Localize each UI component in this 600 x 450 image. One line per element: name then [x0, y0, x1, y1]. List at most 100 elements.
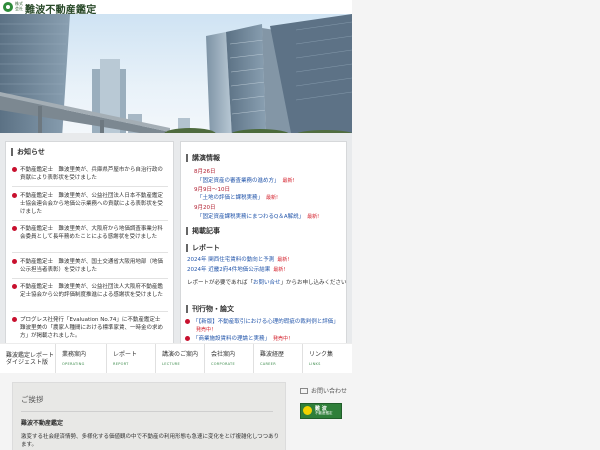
- contact-link[interactable]: お問い合わせ: [300, 386, 347, 395]
- lectures-title: 講演情報: [186, 154, 220, 162]
- publication-item[interactable]: 「商業施設賃料の理論と実務」 発売中！: [185, 335, 343, 343]
- city-skyline-image: [0, 14, 352, 138]
- greeting-area: ご挨拶 難波不動産鑑定 激変する社会経済情勢、多様化する価値観の中で不動産の利用…: [0, 373, 352, 450]
- reports-title: レポート: [186, 244, 220, 252]
- lecture-link[interactable]: 「固定資産の審査業務の進め方」 最新!: [197, 176, 295, 184]
- hero-image: [0, 14, 352, 138]
- news-item[interactable]: 不動産鑑定士 難波里美が、公益社団法人大阪府不動産鑑定士協会から公的評価制度推進…: [12, 283, 168, 299]
- divider: [12, 311, 168, 312]
- page: 株式会社 難波不動産鑑定 お知らせ 不動産鑑定士 難波里美が、兵庫県芦屋市から自…: [0, 0, 600, 450]
- mail-icon: [300, 387, 308, 394]
- greeting-box: ご挨拶 難波不動産鑑定 激変する社会経済情勢、多様化する価値観の中で不動産の利用…: [12, 382, 286, 450]
- report-link-text[interactable]: 2024年 関西住宅賃料の動向と予測: [187, 257, 274, 263]
- publication-link[interactable]: 「【新版】不動産取引における心理的瑕疵の裁判例と評価」発売中！: [193, 318, 343, 334]
- lecture-link[interactable]: 「土地の評価と課税実務」 最新!: [197, 193, 278, 201]
- nav-item-sublabel: CORPORATE: [211, 362, 235, 366]
- new-badge: 最新!: [273, 267, 286, 273]
- nav-item-links[interactable]: リンク集 LINKS: [303, 344, 352, 374]
- news-item[interactable]: 不動産鑑定士 難波里美が、国土交通省大阪用地部（地価公示担当者表彰）を受けました: [12, 258, 168, 274]
- nav-item-operating[interactable]: 業務案内 OPERATING: [56, 344, 107, 374]
- nav-item-corporate[interactable]: 会社案内 CORPORATE: [205, 344, 254, 374]
- nav-item-label[interactable]: 難波経歴: [260, 351, 284, 358]
- news-item-text[interactable]: 不動産鑑定士 難波里美が、大阪府から地価調査事業分科会委員として長年務めたことに…: [20, 225, 168, 241]
- bullet-icon: [12, 226, 17, 231]
- nav-item-label[interactable]: 難波鑑定レポート ダイジェスト版: [6, 352, 54, 366]
- bullet-icon: [12, 317, 17, 322]
- company-logo-icon[interactable]: [3, 2, 13, 12]
- bullet-icon: [185, 336, 190, 341]
- publication-link-text[interactable]: 「商業施設賃料の理論と実務」: [193, 336, 270, 342]
- greeting-heading: 難波不動産鑑定: [21, 420, 64, 427]
- news-panel: お知らせ 不動産鑑定士 難波里美が、兵庫県芦屋市から自治行政の貢献により表彰状を…: [5, 141, 174, 346]
- bullet-icon: [12, 259, 17, 264]
- company-badge[interactable]: 難 波 不動産鑑定: [300, 403, 342, 419]
- nav-item-label[interactable]: リンク集: [309, 351, 333, 358]
- nav-item-lecture[interactable]: 講演のご案内 LECTURE: [156, 344, 205, 374]
- nav-item-label-line2[interactable]: ダイジェスト版: [6, 359, 48, 366]
- nav-item-sublabel: CAREER: [260, 362, 276, 366]
- nav-item-sublabel: LINKS: [309, 362, 321, 366]
- global-nav: 難波鑑定レポート ダイジェスト版 業務案内 OPERATING レポート REPO…: [0, 343, 352, 375]
- nav-item-sublabel: LECTURE: [162, 362, 181, 366]
- news-item-text[interactable]: 不動産鑑定士 難波里美が、公益社団法人日本不動産鑑定士協会連合会から地価公示業務…: [20, 192, 168, 216]
- main-site: 株式会社 難波不動産鑑定 お知らせ 不動産鑑定士 難波里美が、兵庫県芦屋市から自…: [0, 0, 352, 450]
- report-link[interactable]: 2024年 関西住宅賃料の動向と予測 最新!: [187, 255, 289, 263]
- news-item[interactable]: 不動産鑑定士 難波里美が、兵庫県芦屋市から自治行政の貢献により表彰状を受けました: [12, 166, 168, 182]
- divider: [12, 252, 168, 253]
- badge-line2: 不動産鑑定: [315, 411, 333, 415]
- greeting-title: ご挨拶: [21, 395, 44, 404]
- publication-link-text[interactable]: 「【新版】不動産取引における心理的瑕疵の裁判例と評価」: [193, 319, 339, 325]
- news-item-text[interactable]: 不動産鑑定士 難波里美が、国土交通省大阪用地部（地価公示担当者表彰）を受けました: [20, 258, 168, 274]
- nav-item-sublabel: REPORT: [113, 362, 129, 366]
- contact-label[interactable]: お問い合わせ: [311, 388, 347, 395]
- nav-item-label-line1[interactable]: 難波鑑定レポート: [6, 352, 54, 359]
- news-item-text[interactable]: プログレス社発行「Evaluation No.74」に不動産鑑定士 難波里美の「…: [20, 316, 168, 340]
- site-header: 株式会社 難波不動産鑑定: [0, 0, 352, 16]
- bullet-icon: [12, 167, 17, 172]
- lecture-link-text[interactable]: 「土地の評価と課税実務」: [197, 195, 263, 201]
- content-area: お知らせ 不動産鑑定士 難波里美が、兵庫県芦屋市から自治行政の貢献により表彰状を…: [0, 133, 352, 346]
- new-badge: 最新!: [266, 195, 279, 201]
- news-item[interactable]: 不動産鑑定士 難波里美が、大阪府から地価調査事業分科会委員として長年務めたことに…: [12, 225, 168, 241]
- lecture-link[interactable]: 「固定資産課税実務にまつわるQ＆A解説」 最新!: [197, 212, 319, 220]
- logo-company-type: 株式会社: [15, 1, 23, 11]
- nav-item-label[interactable]: 会社案内: [211, 351, 235, 358]
- report-note: レポートが必要であれば「お問い合せ」からお申し込みください: [187, 278, 346, 286]
- on-sale-badge: 発売中！: [196, 327, 217, 333]
- publications-title: 刊行物・論文: [186, 305, 234, 313]
- nav-item-label[interactable]: 業務案内: [62, 351, 86, 358]
- new-badge: 最新!: [307, 214, 320, 220]
- lecture-date: 8月26日: [194, 169, 216, 175]
- news-item[interactable]: プログレス社発行「Evaluation No.74」に不動産鑑定士 難波里美の「…: [12, 316, 168, 340]
- publication-item[interactable]: 「【新版】不動産取引における心理的瑕疵の裁判例と評価」発売中！: [185, 318, 343, 334]
- news-item[interactable]: 不動産鑑定士 難波里美が、公益社団法人日本不動産鑑定士協会連合会から地価公示業務…: [12, 192, 168, 216]
- nav-item-report[interactable]: レポート REPORT: [107, 344, 156, 374]
- lecture-date: 9月9日～10日: [194, 187, 230, 193]
- divider: [12, 186, 168, 187]
- sun-logo-icon: [303, 406, 312, 415]
- news-item-text[interactable]: 不動産鑑定士 難波里美が、公益社団法人大阪府不動産鑑定士協会から公的評価制度推進…: [20, 283, 168, 299]
- nav-item-label[interactable]: レポート: [113, 351, 137, 358]
- nav-item-report-digest[interactable]: 難波鑑定レポート ダイジェスト版: [0, 344, 56, 374]
- contact-link[interactable]: お問い合せ: [253, 280, 281, 286]
- articles-title: 掲載記事: [186, 227, 220, 235]
- report-note-post: 」からお申し込みください: [280, 280, 347, 286]
- report-link[interactable]: 2024年 近畿2府4件地価公示結果 最新!: [187, 265, 285, 273]
- nav-item-career[interactable]: 難波経歴 CAREER: [254, 344, 303, 374]
- lecture-date: 9月20日: [194, 205, 216, 211]
- new-badge: 最新!: [282, 178, 295, 184]
- new-badge: 最新!: [277, 257, 290, 263]
- report-note-pre: レポートが必要であれば「: [187, 280, 253, 286]
- bullet-icon: [12, 193, 17, 198]
- news-item-text[interactable]: 不動産鑑定士 難波里美が、兵庫県芦屋市から自治行政の貢献により表彰状を受けました: [20, 166, 168, 182]
- publication-link[interactable]: 「商業施設賃料の理論と実務」 発売中！: [193, 335, 343, 343]
- bullet-icon: [12, 284, 17, 289]
- greeting-body: 激変する社会経済情勢、多様化する価値観の中で不動産の利用形態も急速に変化をとげ複…: [21, 434, 280, 448]
- lecture-link-text[interactable]: 「固定資産の審査業務の進め方」: [197, 178, 280, 184]
- on-sale-badge: 発売中！: [273, 336, 294, 342]
- lecture-link-text[interactable]: 「固定資産課税実務にまつわるQ＆A解説」: [197, 214, 304, 220]
- divider: [12, 220, 168, 221]
- report-link-text[interactable]: 2024年 近畿2府4件地価公示結果: [187, 267, 270, 273]
- nav-item-label[interactable]: 講演のご案内: [162, 351, 198, 358]
- news-title: お知らせ: [11, 148, 45, 156]
